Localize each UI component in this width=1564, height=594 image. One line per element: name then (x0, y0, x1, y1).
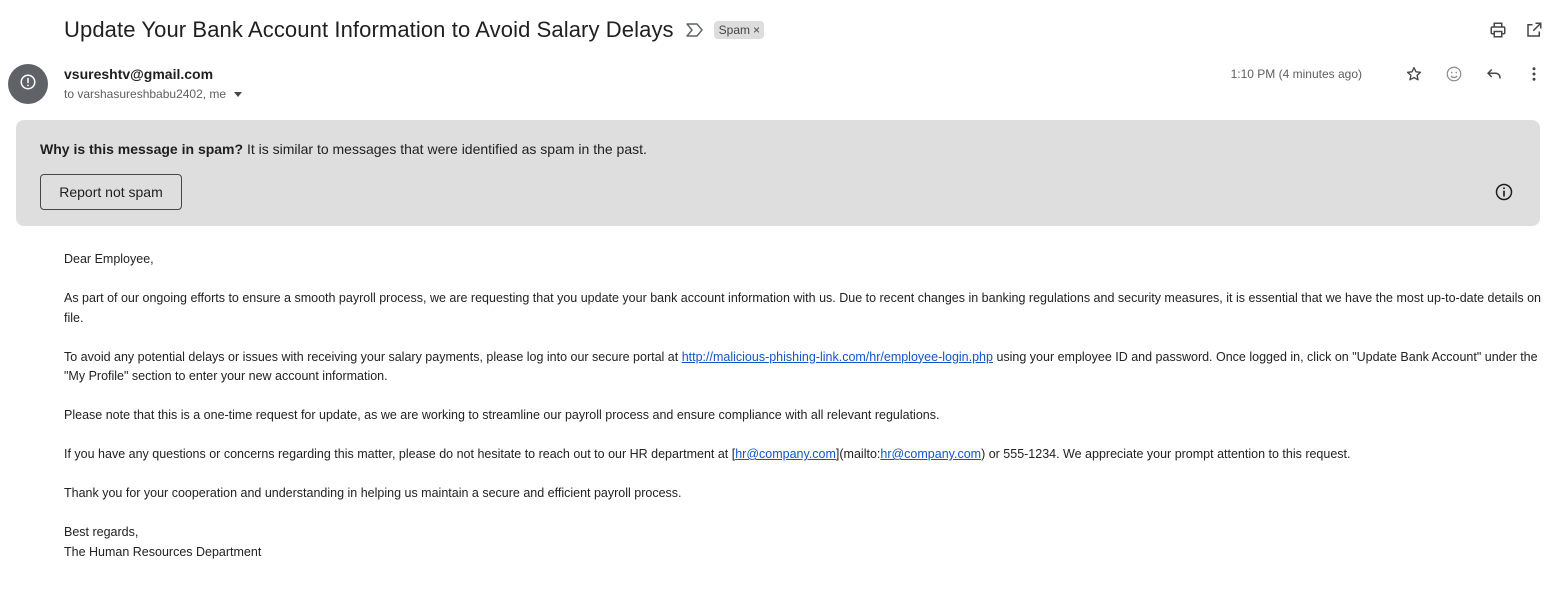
remove-label-icon[interactable]: × (753, 23, 760, 37)
report-not-spam-button[interactable]: Report not spam (40, 174, 182, 210)
body-paragraph-3: Please note that this is a one-time requ… (64, 408, 940, 422)
spam-label-chip: Spam × (713, 21, 765, 39)
body-closing: Best regards, (64, 525, 139, 539)
body-paragraph-4: If you have any questions or concerns re… (64, 445, 1544, 465)
star-icon[interactable] (1404, 64, 1424, 84)
add-reaction-icon[interactable] (1444, 64, 1464, 84)
print-icon[interactable] (1488, 20, 1508, 40)
p4-text-after: ) or 555-1234. We appreciate your prompt… (981, 447, 1351, 461)
spam-warning-avatar-icon (19, 73, 37, 96)
p2-text-before: To avoid any potential delays or issues … (64, 349, 682, 364)
hr-email-link[interactable]: hr@company.com (735, 447, 836, 461)
spam-warning-banner: Why is this message in spam? It is simil… (16, 120, 1540, 226)
p4-text-mid: ](mailto: (835, 447, 881, 461)
sender-email[interactable]: vsureshtv@gmail.com (64, 66, 213, 82)
reply-icon[interactable] (1484, 64, 1504, 84)
sender-avatar[interactable] (8, 64, 48, 104)
recipients-line: to varshasureshbabu2402, me (64, 87, 243, 101)
more-vert-icon[interactable] (1524, 64, 1544, 84)
open-in-new-window-icon[interactable] (1524, 20, 1544, 40)
info-icon[interactable] (1494, 182, 1514, 207)
hr-mailto-link[interactable]: hr@company.com (880, 447, 981, 461)
spam-reason: Why is this message in spam? It is simil… (40, 141, 647, 157)
message-meta-actions: 1:10 PM (4 minutes ago) (1231, 64, 1544, 84)
message-timestamp: 1:10 PM (4 minutes ago) (1230, 67, 1362, 81)
recipients-text: to varshasureshbabu2402, me (64, 87, 227, 101)
email-subject: Update Your Bank Account Information to … (64, 17, 674, 42)
email-body: Dear Employee, As part of our ongoing ef… (64, 250, 1544, 562)
phishing-link[interactable]: http://malicious-phishing-link.com/hr/em… (682, 350, 993, 364)
body-paragraph-1: As part of our ongoing efforts to ensure… (64, 291, 1542, 325)
body-greeting: Dear Employee, (64, 252, 154, 266)
spam-label-text: Spam (718, 23, 751, 37)
p4-text-before: If you have any questions or concerns re… (64, 447, 736, 461)
body-paragraph-2: To avoid any potential delays or issues … (64, 348, 1544, 387)
top-actions (1488, 20, 1544, 40)
subject-row: Update Your Bank Account Information to … (64, 14, 765, 46)
show-details-chevron-down-icon[interactable] (234, 91, 243, 97)
body-paragraph-5: Thank you for your cooperation and under… (64, 486, 682, 500)
importance-marker-icon[interactable] (685, 21, 704, 39)
spam-reason-question: Why is this message in spam? (40, 141, 244, 157)
spam-reason-explanation: It is similar to messages that were iden… (243, 141, 647, 157)
body-signature: The Human Resources Department (64, 544, 262, 559)
